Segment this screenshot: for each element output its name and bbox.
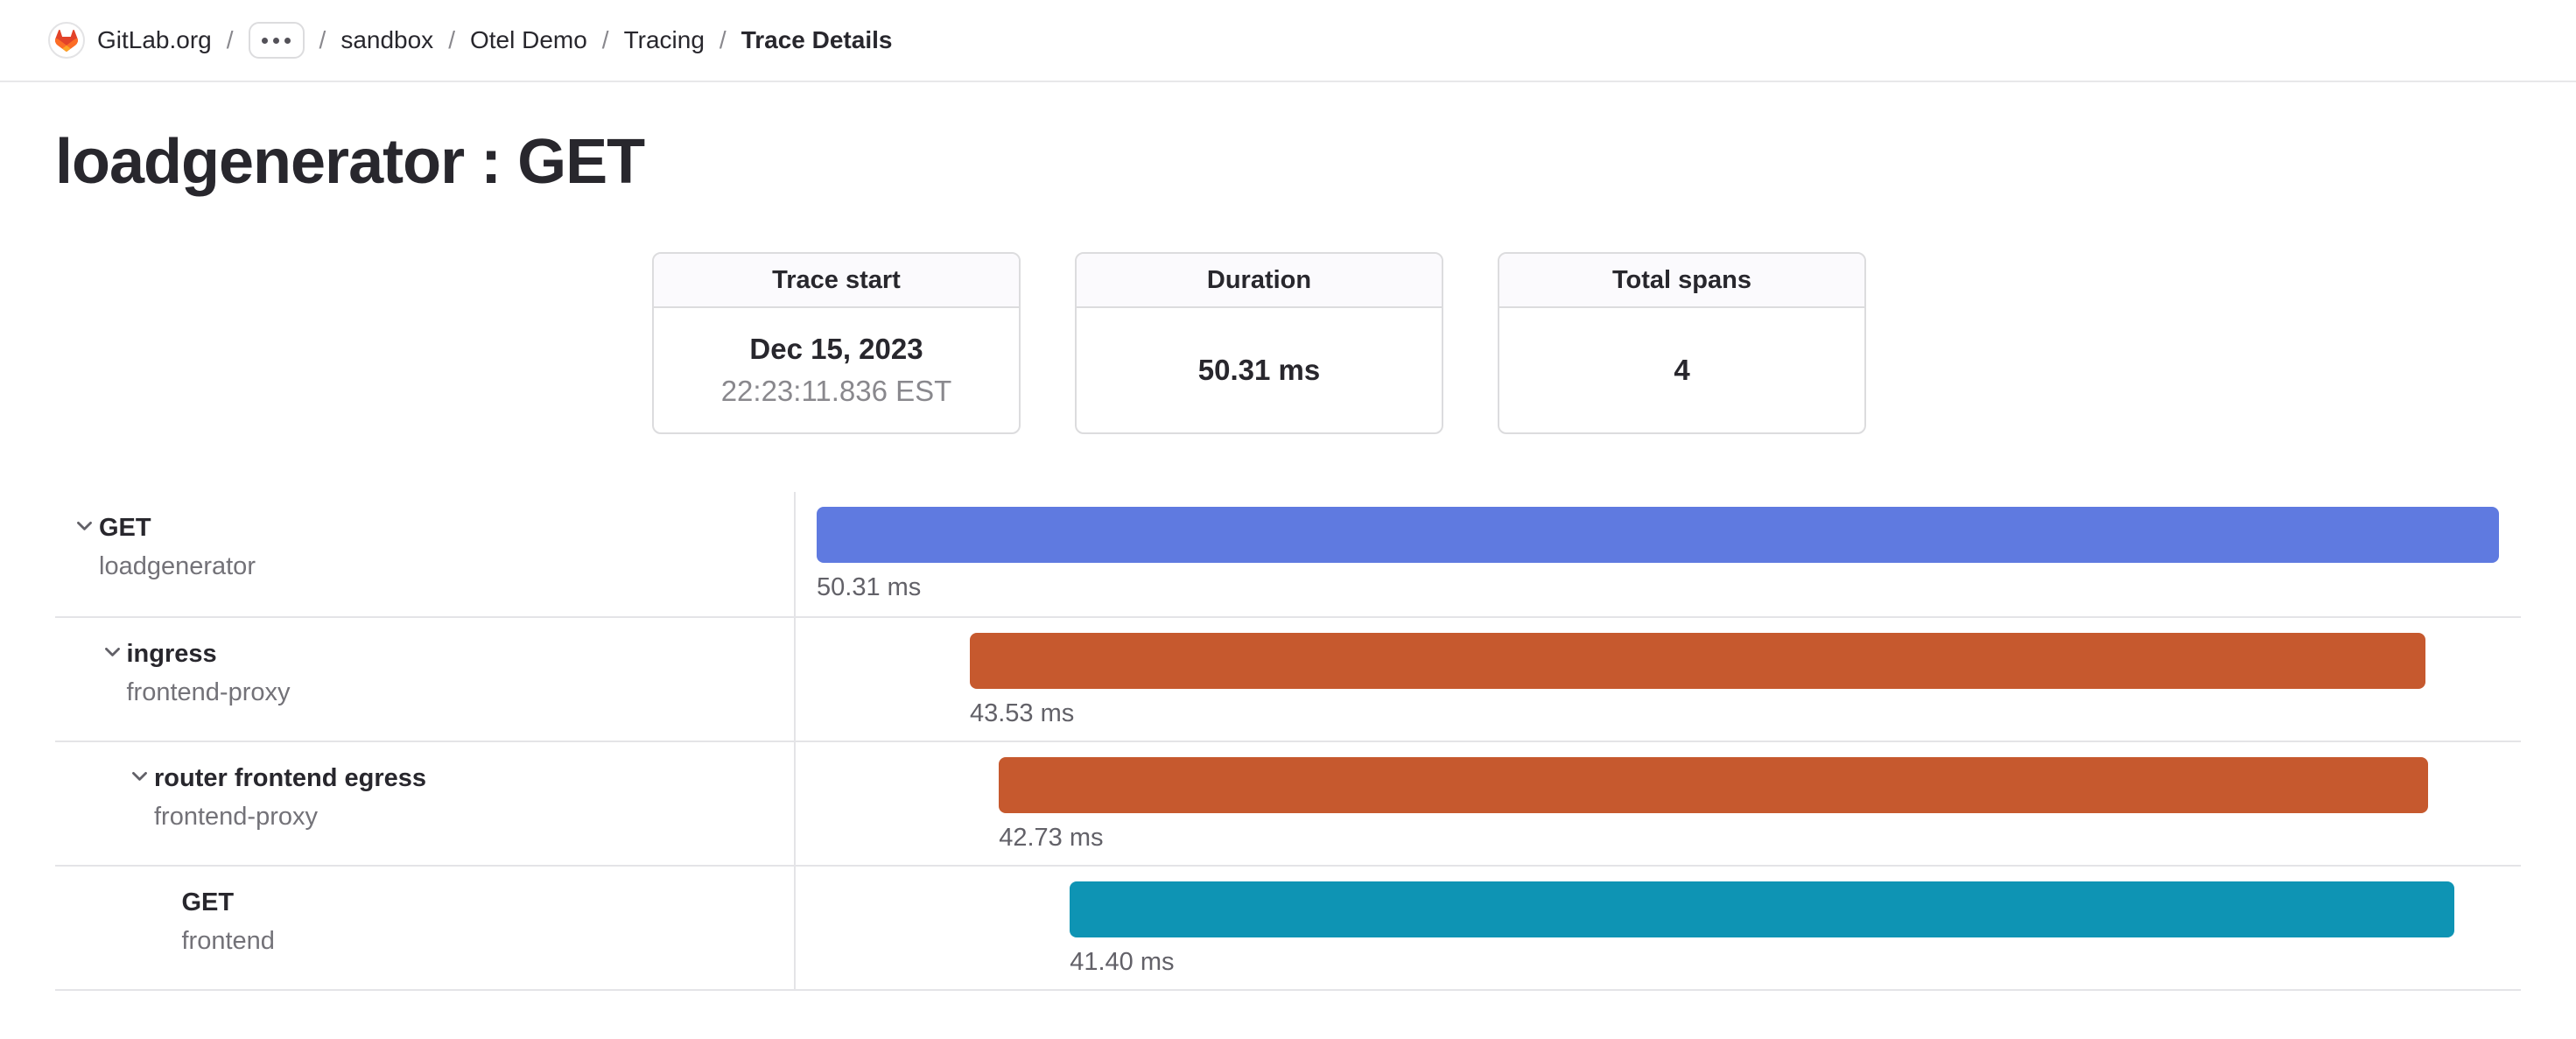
breadcrumb-current-page: Trace Details [741, 26, 893, 54]
span-duration-bar[interactable] [970, 633, 2425, 689]
span-row: GETfrontend 41.40 ms [55, 865, 2521, 989]
span-duration-label: 43.53 ms [970, 699, 1074, 728]
card-header: Total spans [1499, 254, 1864, 308]
span-duration-bar[interactable] [999, 757, 2427, 813]
chevron-down-icon[interactable] [129, 759, 154, 865]
card-header: Duration [1077, 254, 1442, 308]
summary-card-duration: Duration 50.31 ms [1075, 252, 1443, 434]
span-duration-label: 42.73 ms [999, 824, 1103, 853]
total-spans-value: 4 [1674, 354, 1689, 387]
breadcrumb-separator: / [602, 26, 609, 54]
breadcrumb-item-sandbox[interactable]: sandbox [340, 26, 433, 54]
span-operation: router frontend egress [154, 759, 426, 797]
breadcrumb-separator: / [319, 26, 326, 54]
span-service: frontend [182, 922, 275, 960]
trace-start-time: 22:23:11.836 EST [721, 375, 952, 408]
breadcrumb-project-link[interactable]: GitLab.org [97, 26, 212, 54]
trace-details-page: loadgenerator : GET Trace start Dec 15, … [0, 126, 2576, 991]
span-operation: GET [99, 509, 256, 547]
span-service: frontend-proxy [127, 673, 291, 712]
trace-duration-value: 50.31 ms [1198, 354, 1320, 387]
span-duration-bar[interactable] [817, 507, 2499, 563]
span-service: loadgenerator [99, 547, 256, 586]
breadcrumb-item-tracing[interactable]: Tracing [624, 26, 705, 54]
trace-summary-cards: Trace start Dec 15, 2023 22:23:11.836 ES… [26, 252, 2492, 434]
summary-card-total-spans: Total spans 4 [1498, 252, 1866, 434]
span-duration-bar[interactable] [1070, 881, 2454, 937]
card-header: Trace start [654, 254, 1019, 308]
breadcrumb-separator: / [448, 26, 455, 54]
breadcrumb-separator: / [227, 26, 234, 54]
summary-card-trace-start: Trace start Dec 15, 2023 22:23:11.836 ES… [652, 252, 1021, 434]
span-waterfall: GETloadgenerator50.31 msingressfrontend-… [55, 492, 2521, 991]
span-operation: GET [182, 883, 275, 922]
breadcrumb-collapsed-button[interactable] [249, 22, 305, 59]
page-title: loadgenerator : GET [55, 126, 2521, 198]
ellipsis-icon [262, 38, 291, 44]
span-operation: ingress [127, 635, 291, 673]
breadcrumb: GitLab.org / / sandbox / Otel Demo / Tra… [0, 0, 2576, 82]
span-service: frontend-proxy [154, 797, 426, 836]
span-row: router frontend egressfrontend-proxy 42.7… [55, 741, 2521, 865]
breadcrumb-separator: / [719, 26, 726, 54]
chevron-down-icon[interactable] [74, 509, 99, 616]
span-duration-label: 50.31 ms [817, 573, 921, 602]
breadcrumb-item-otel-demo[interactable]: Otel Demo [470, 26, 587, 54]
gitlab-logo [48, 22, 85, 59]
span-row: GETloadgenerator 50.31 ms [55, 492, 2521, 616]
gitlab-tanuki-icon [55, 30, 78, 52]
chevron-down-icon[interactable] [102, 635, 127, 741]
trace-start-date: Dec 15, 2023 [749, 333, 923, 366]
span-row: ingressfrontend-proxy 43.53 ms [55, 616, 2521, 741]
span-duration-label: 41.40 ms [1070, 948, 1174, 977]
chevron-spacer [157, 883, 182, 989]
